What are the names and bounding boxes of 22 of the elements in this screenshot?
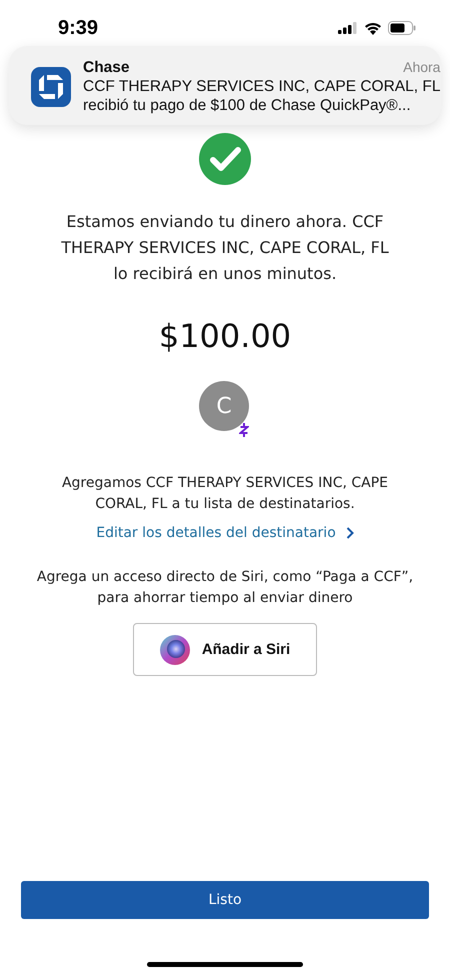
edit-recipient-link[interactable]: Editar los detalles del destinatario: [96, 525, 354, 541]
signal-icon: [338, 22, 358, 34]
battery-icon: [388, 21, 416, 35]
siri-shortcut-text: Agrega un acceso directo de Siri, como “Paga a CCF”, para ahorrar tiempo al enviar dinero: [36, 568, 414, 608]
wifi-icon: [364, 22, 382, 34]
notification-banner[interactable]: Chase Ahora CCF THERAPY SERVICES INC, CAPE CORAL, FL recibió tu pago de $100 de Chase QuickPay®...: [9, 46, 441, 125]
bank-logo-icon: [31, 66, 71, 106]
done-button[interactable]: Listo: [21, 881, 429, 919]
status-message: Estamos enviando tu dinero ahora. CCF THERAPY SERVICES INC, CAPE CORAL, FL lo recibirá en unos minutos.: [60, 211, 390, 285]
zelle-icon: [239, 423, 249, 437]
siri-orb-icon: [160, 634, 190, 664]
recipient-added-text: Agregamos CCF THERAPY SERVICES INC, CAPE CORAL, FL a tu lista de destinatarios.: [60, 474, 390, 514]
notification-time: Ahora: [403, 58, 440, 77]
chevron-right-icon: [346, 527, 354, 539]
notification-app-name: Chase: [83, 58, 130, 77]
payment-amount: $100.00: [158, 317, 292, 355]
checkmark-icon: [199, 133, 251, 185]
recipient-avatar: C: [199, 381, 249, 431]
notification-text: recibió tu pago de $100 de Chase QuickPay®...: [83, 96, 412, 115]
notification-text: CCF THERAPY SERVICES INC, CAPE CORAL, FL: [83, 77, 440, 96]
status-time: 9:39: [58, 16, 98, 40]
add-to-siri-button[interactable]: Añadir a Siri: [133, 623, 317, 676]
